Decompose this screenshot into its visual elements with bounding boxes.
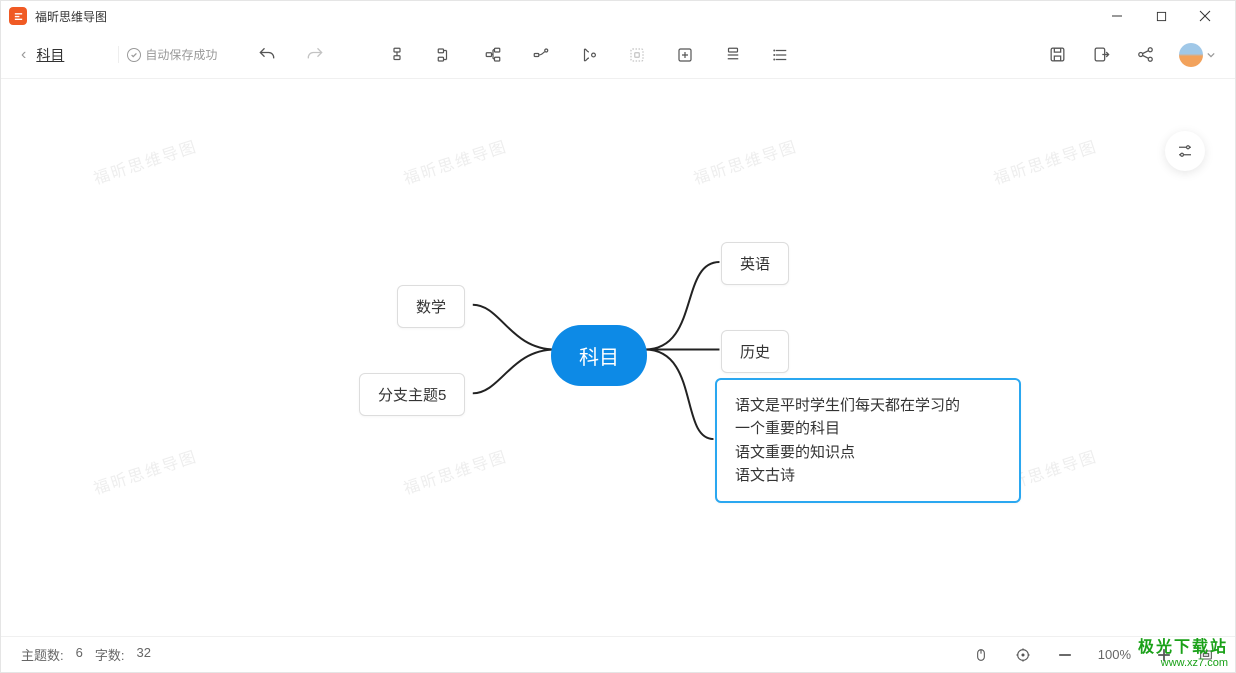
topic-count: 6 (76, 645, 83, 664)
center-node[interactable]: 科目 (551, 325, 647, 386)
zoom-out[interactable] (1056, 646, 1074, 664)
titlebar: 福昕思维导图 (1, 1, 1235, 31)
watermark: 福昕思维导图 (690, 133, 800, 189)
insert-icon[interactable] (675, 45, 695, 65)
selected-line3: 语文重要的知识点 (735, 441, 1001, 464)
child-topic-icon[interactable] (483, 45, 503, 65)
boundary-icon[interactable] (627, 45, 647, 65)
undo-icon[interactable] (257, 45, 277, 65)
node-right-1[interactable]: 英语 (721, 242, 789, 285)
share-icon[interactable] (1135, 45, 1155, 65)
avatar (1179, 43, 1203, 67)
word-count: 32 (136, 645, 150, 664)
user-menu[interactable] (1179, 43, 1215, 67)
watermark: 福昕思维导图 (990, 133, 1100, 189)
locate-icon[interactable] (1014, 646, 1032, 664)
subtopic-icon[interactable] (387, 45, 407, 65)
sibling-topic-icon[interactable] (435, 45, 455, 65)
export-icon[interactable] (1091, 45, 1111, 65)
outline-icon[interactable] (771, 45, 791, 65)
topic-label: 主题数: (21, 645, 64, 664)
watermark: 福昕思维导图 (90, 443, 200, 499)
app-title: 福昕思维导图 (35, 8, 1095, 25)
back-icon[interactable]: ‹ (21, 46, 26, 64)
check-icon (127, 48, 141, 62)
node-left-2[interactable]: 分支主题5 (359, 373, 465, 416)
window-minimize[interactable] (1095, 2, 1139, 30)
canvas[interactable]: 福昕思维导图 福昕思维导图 福昕思维导图 福昕思维导图 福昕思维导图 福昕思维导… (1, 79, 1235, 636)
redo-icon[interactable] (305, 45, 325, 65)
toolbar: ‹ 科目 自动保存成功 (1, 31, 1235, 79)
save-icon[interactable] (1047, 45, 1067, 65)
node-selected[interactable]: 语文是平时学生们每天都在学习的 一个重要的科目 语文重要的知识点 语文古诗 (715, 378, 1021, 503)
watermark: 福昕思维导图 (400, 443, 510, 499)
node-left-1[interactable]: 数学 (397, 285, 465, 328)
selected-line2: 一个重要的科目 (735, 417, 1001, 440)
watermark: 福昕思维导图 (90, 133, 200, 189)
style-icon[interactable] (723, 45, 743, 65)
summary-icon[interactable] (579, 45, 599, 65)
breadcrumb[interactable]: ‹ 科目 (21, 45, 64, 65)
selected-line1: 语文是平时学生们每天都在学习的 (735, 394, 1001, 417)
word-label: 字数: (95, 645, 125, 664)
zoom-level: 100% (1098, 647, 1131, 662)
app-icon (9, 7, 27, 25)
attribution: 极光下载站 www.xz7.com (1138, 633, 1228, 669)
statusbar: 主题数: 6 字数: 32 100% (1, 636, 1235, 672)
window-close[interactable] (1183, 2, 1227, 30)
doc-name[interactable]: 科目 (36, 45, 64, 65)
node-right-2[interactable]: 历史 (721, 330, 789, 373)
mouse-mode-icon[interactable] (972, 646, 990, 664)
watermark: 福昕思维导图 (400, 133, 510, 189)
settings-fab[interactable] (1165, 131, 1205, 171)
chevron-down-icon (1207, 51, 1215, 59)
save-status-text: 自动保存成功 (145, 46, 217, 63)
link-icon[interactable] (531, 45, 551, 65)
selected-line4: 语文古诗 (735, 464, 1001, 487)
window-maximize[interactable] (1139, 2, 1183, 30)
save-status: 自动保存成功 (118, 46, 217, 63)
sliders-icon (1176, 142, 1194, 160)
